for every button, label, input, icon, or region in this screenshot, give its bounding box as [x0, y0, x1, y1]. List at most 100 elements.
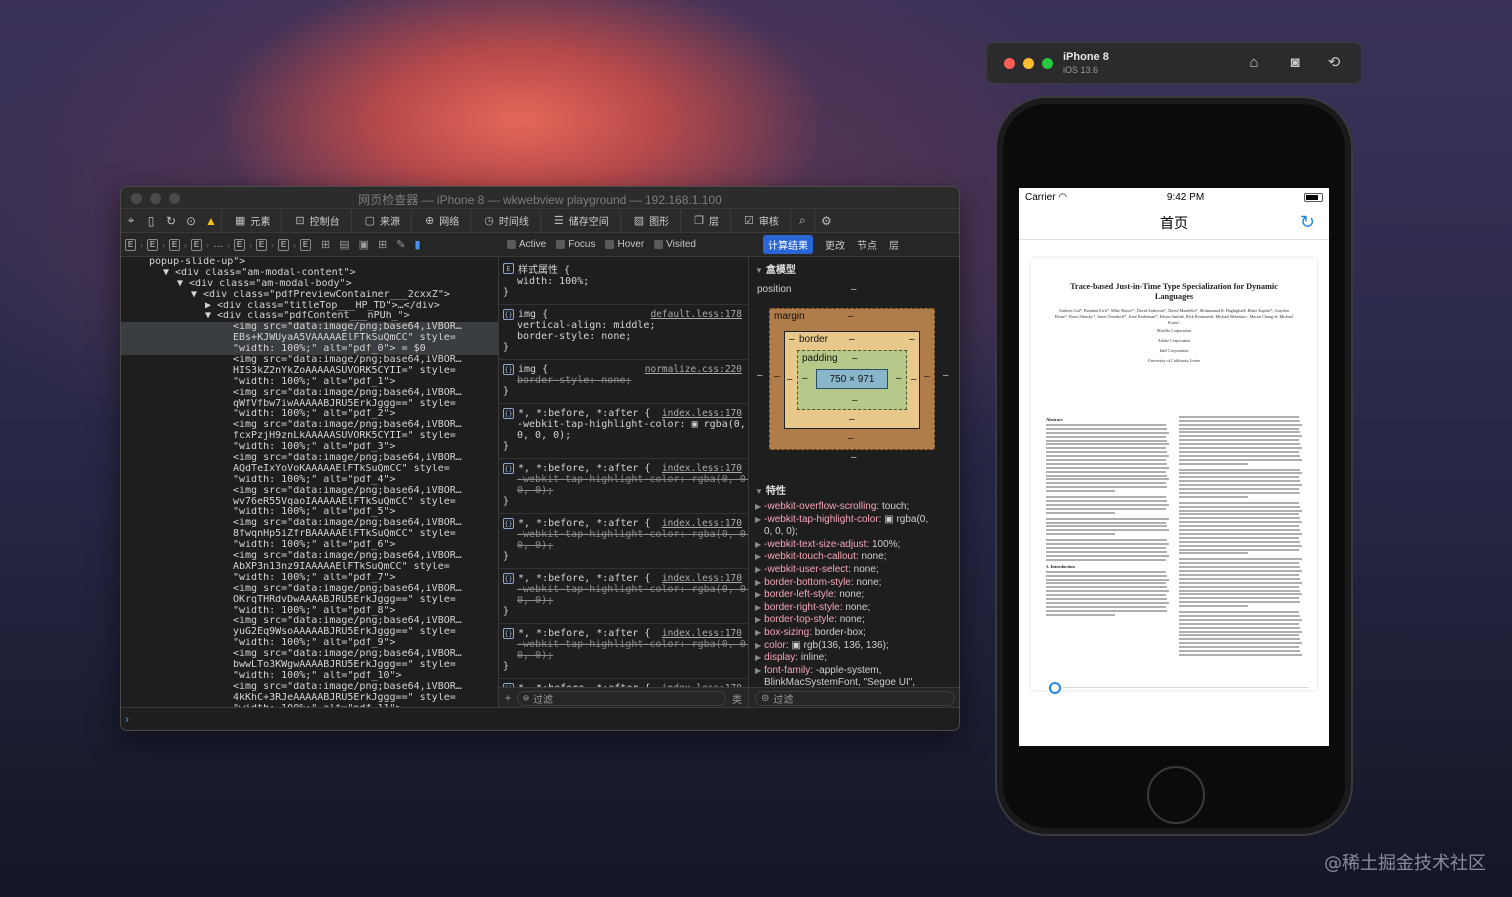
sidebar-toggle-icon[interactable]: ▮: [414, 238, 420, 251]
style-rule[interactable]: {} *, *:before, *:after {index.less:170-w…: [499, 459, 748, 514]
print-icon[interactable]: ▤: [339, 238, 349, 251]
dom-tree-node[interactable]: EBs+KJWUyaA5VAAAAAElFTkSuQmCC" style=: [121, 333, 498, 345]
rotate-icon[interactable]: ⟲: [1324, 53, 1344, 73]
rect-icon[interactable]: ▣: [359, 238, 369, 251]
computed-property[interactable]: ▶ display: inline;: [749, 652, 959, 665]
dom-tree-node[interactable]: "width: 100%;" alt="pdf_6">: [121, 540, 498, 551]
dom-tree[interactable]: popup-slide-up"> ▼ <div class="am-modal-c…: [121, 257, 499, 709]
tab-console[interactable]: ⊡ 控制台: [281, 208, 350, 233]
breadcrumb-element-icon[interactable]: E: [256, 238, 267, 251]
pseudo-focus-checkbox[interactable]: Focus: [556, 239, 595, 250]
grid-icon[interactable]: ⊞: [378, 238, 387, 251]
dom-tree-node[interactable]: 4kKhC+3RJeAAAAABJRU5ErkJggg==" style=: [121, 693, 498, 704]
breadcrumb-element-icon[interactable]: E: [234, 238, 245, 251]
zoom-window-button[interactable]: [1042, 58, 1053, 69]
tab-network[interactable]: ⊕ 网络: [411, 208, 470, 233]
style-rule[interactable]: {} *, *:before, *:after {index.less:170-w…: [499, 514, 748, 569]
tab-layer[interactable]: 层: [889, 237, 899, 252]
style-declaration[interactable]: vertical-align: middle;: [503, 320, 742, 331]
dom-tree-node[interactable]: <img src="data:image/png;base64,iVBOR…: [121, 388, 498, 399]
style-declaration[interactable]: border-style: none;: [503, 375, 742, 386]
warning-icon[interactable]: ▲: [201, 209, 221, 233]
style-declaration[interactable]: 0, 0);: [503, 650, 742, 661]
style-declaration[interactable]: -webkit-tap-highlight-color: ▣ rgba(0,: [503, 419, 746, 430]
slider-track[interactable]: [1063, 687, 1309, 688]
computed-property[interactable]: ▶ border-right-style: none;: [749, 602, 959, 615]
computed-property[interactable]: ▶ font-family: -apple-system,: [749, 665, 959, 678]
dom-tree-node[interactable]: yuG2Eq9WsoAAAAABJRU5ErkJggg==" style=: [121, 627, 498, 638]
dom-tree-node[interactable]: ▼ <div class="pdfContent___nPUh_">: [121, 311, 498, 322]
dom-tree-node[interactable]: "width: 100%;" alt="pdf_9">: [121, 638, 498, 649]
plus-icon[interactable]: +: [505, 693, 511, 704]
tab-storage[interactable]: ☰ 储存空间: [539, 208, 620, 233]
dom-tree-node[interactable]: "width: 100%;" alt="pdf_4">: [121, 475, 498, 486]
computed-property[interactable]: ▶ -webkit-overflow-scrolling: touch;: [749, 501, 959, 514]
style-declaration[interactable]: -webkit-tap-highlight-color: rgba(0, 0,: [503, 529, 748, 540]
style-rule[interactable]: E 样式属性 {width: 100%;}: [499, 257, 748, 305]
console-prompt[interactable]: ›: [121, 707, 959, 730]
computed-property[interactable]: ▶ -webkit-user-select: none;: [749, 564, 959, 577]
rule-source-link[interactable]: index.less:170: [662, 518, 742, 529]
tab-graphics[interactable]: ▨ 图形: [619, 208, 680, 233]
download-icon[interactable]: ⊙: [181, 209, 201, 233]
style-declaration[interactable]: -webkit-tap-highlight-color: rgba(0, 0,: [503, 584, 748, 595]
computed-property[interactable]: ▶ border-bottom-style: none;: [749, 577, 959, 590]
breadcrumb-element-icon[interactable]: E: [278, 238, 289, 251]
breadcrumb-element-icon[interactable]: E: [191, 238, 202, 251]
tab-audit[interactable]: ☑ 审核: [730, 208, 790, 233]
dom-tree-node[interactable]: HIS3kZ2nYkZoAAAAASUVORK5CYII=" style=: [121, 366, 498, 377]
rule-source-link[interactable]: index.less:170: [662, 628, 742, 639]
pencil-icon[interactable]: ✎: [396, 238, 405, 251]
style-declaration[interactable]: -webkit-tap-highlight-color: rgba(0, 0,: [503, 474, 748, 485]
dom-tree-node[interactable]: <img src="data:image/png;base64,iVBOR…: [121, 518, 498, 529]
dom-tree-node[interactable]: OKrqTHRdvDwAAAABJRU5ErkJggg==" style=: [121, 595, 498, 606]
computed-property[interactable]: ▶ color: ▣ rgb(136, 136, 136);: [749, 640, 959, 653]
minimize-window-button[interactable]: [1023, 58, 1034, 69]
dom-tree-node[interactable]: bwwLTo3KWgwAAAABJRU5ErkJggg==" style=: [121, 660, 498, 671]
device-icon[interactable]: ▯: [141, 209, 161, 233]
slider-knob[interactable]: [1049, 682, 1061, 694]
dom-tree-node[interactable]: <img src="data:image/png;base64,iVBOR…: [121, 584, 498, 595]
dom-tree-node[interactable]: qWfVfbw7iwAAAAABJRU5ErkJggg==" style=: [121, 399, 498, 410]
rule-source-link[interactable]: index.less:170: [662, 463, 742, 474]
dom-tree-node[interactable]: "width: 100%;" alt="pdf_8">: [121, 606, 498, 617]
class-toggle-button[interactable]: 类: [732, 691, 742, 706]
style-rule[interactable]: {} img {normalize.css:220 border-style: no…: [499, 360, 748, 404]
breadcrumb-ellipsis[interactable]: …: [213, 239, 223, 250]
screenshot-icon[interactable]: ◙: [1285, 53, 1305, 73]
dom-tree-node[interactable]: <img src="data:image/png;base64,iVBOR…: [121, 420, 498, 431]
tab-timelines[interactable]: ◷ 时间线: [470, 208, 540, 233]
dom-tree-node[interactable]: 8fwqnHp5iZfrBAAAAAElFTkSuQmCC" style=: [121, 529, 498, 540]
tab-node[interactable]: 节点: [857, 237, 877, 252]
styles-filter-input[interactable]: ⊜ 过滤: [517, 691, 726, 706]
close-window-button[interactable]: [1004, 58, 1015, 69]
box-model-heading[interactable]: ▼ 盒模型: [749, 257, 959, 280]
computed-property[interactable]: 0, 0, 0);: [749, 526, 959, 539]
breadcrumb-element-icon[interactable]: E: [300, 238, 311, 251]
tab-computed[interactable]: 计算结果: [763, 235, 813, 254]
computed-property[interactable]: ▶ -webkit-text-size-adjust: 100%;: [749, 539, 959, 552]
gear-icon[interactable]: ⚙: [813, 208, 838, 233]
style-rule[interactable]: {} *, *:before, *:after {index.less:170-w…: [499, 569, 748, 624]
dom-tree-node[interactable]: "width: 100%;" alt="pdf_10">: [121, 671, 498, 682]
dom-tree-node[interactable]: "width: 100%;" alt="pdf_3">: [121, 442, 498, 453]
dom-tree-node[interactable]: wv76eR55VqaoIAAAAAElFTkSuQmCC" style=: [121, 497, 498, 508]
tab-sources[interactable]: ▢ 来源: [350, 208, 411, 233]
page-slider[interactable]: [1049, 682, 1309, 694]
layout-icon[interactable]: ⊞: [321, 238, 330, 251]
computed-filter-input[interactable]: ⊜ 过滤: [755, 691, 955, 706]
dom-tree-node[interactable]: <img src="data:image/png;base64,iVBOR…: [121, 616, 498, 627]
pseudo-hover-checkbox[interactable]: Hover: [605, 239, 644, 250]
dom-tree-node[interactable]: <img src="data:image/png;base64,iVBOR…: [121, 486, 498, 497]
tab-layers[interactable]: ❐ 层: [680, 208, 730, 233]
style-rule[interactable]: {} *, *:before, *:after {index.less:170-w…: [499, 404, 748, 459]
computed-property[interactable]: ▶ -webkit-tap-highlight-color: ▣ rgba(0,: [749, 514, 959, 527]
home-icon[interactable]: ⌂: [1244, 53, 1264, 73]
style-declaration[interactable]: width: 100%;: [503, 276, 742, 287]
computed-property[interactable]: ▶ -webkit-touch-callout: none;: [749, 551, 959, 564]
style-declaration[interactable]: 0, 0);: [503, 485, 742, 496]
dom-tree-node[interactable]: "width: 100%;" alt="pdf_1">: [121, 377, 498, 388]
dom-tree-node[interactable]: ▼ <div class="am-modal-body">: [121, 279, 498, 290]
dom-tree-node[interactable]: <img src="data:image/png;base64,iVBOR…: [121, 551, 498, 562]
pseudo-visited-checkbox[interactable]: Visited: [654, 239, 696, 250]
